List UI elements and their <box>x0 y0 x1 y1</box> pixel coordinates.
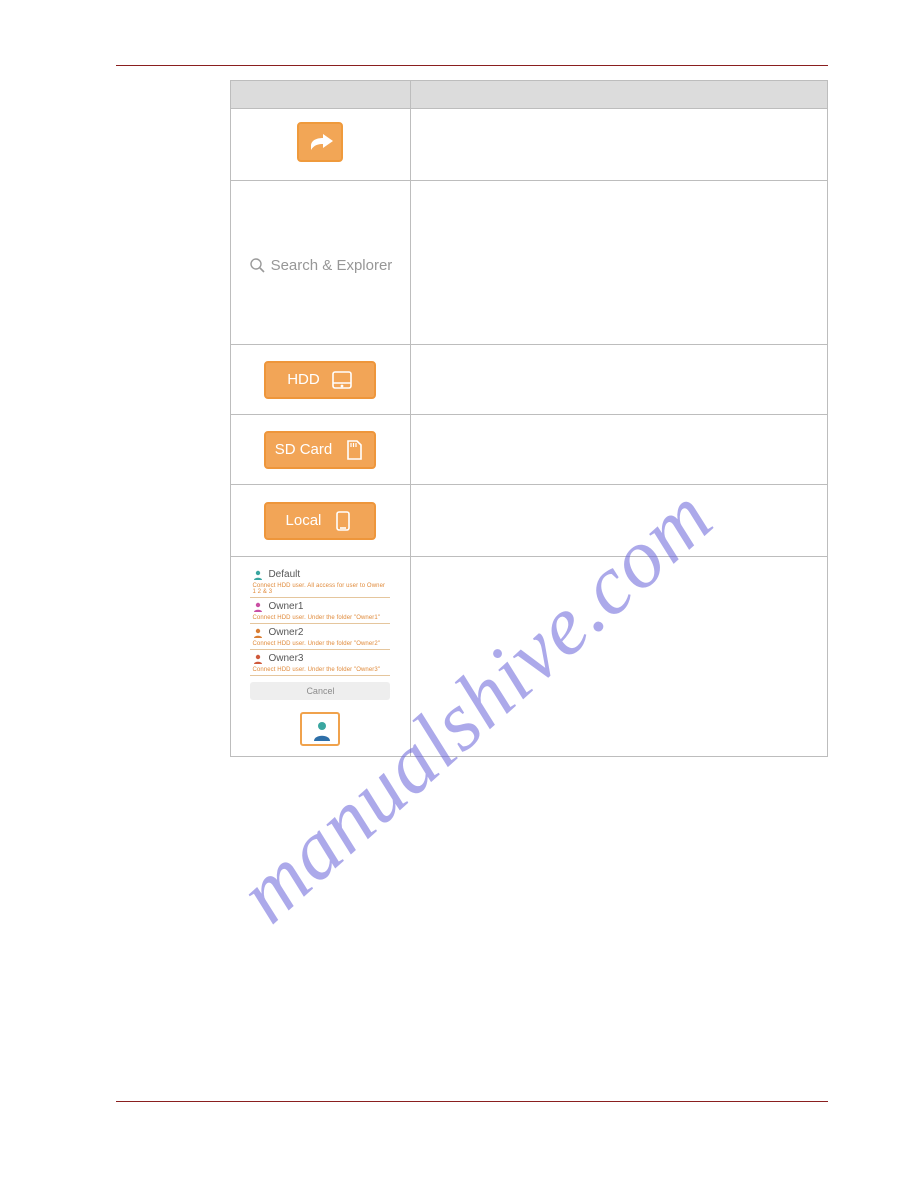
user-note: Connect HDD user. All access for user to… <box>252 583 388 595</box>
table-row: Local <box>231 485 828 557</box>
search-icon <box>249 257 265 273</box>
local-label: Local <box>286 512 322 529</box>
user-icon <box>252 569 264 581</box>
user-icon <box>252 601 264 613</box>
user-badge-icon <box>311 719 333 743</box>
phone-icon <box>331 509 355 533</box>
table-row: Default Connect HDD user. All access for… <box>231 557 828 757</box>
local-button[interactable]: Local <box>264 502 376 540</box>
col-icon-header <box>231 81 411 109</box>
user-selector-panel: Default Connect HDD user. All access for… <box>250 566 390 748</box>
sdcard-icon <box>342 438 366 462</box>
cancel-label: Cancel <box>306 686 334 696</box>
user-select-button[interactable] <box>300 712 340 746</box>
bottom-rule <box>116 1101 828 1102</box>
search-label-text: Search & Explorer <box>271 257 393 274</box>
list-item[interactable]: Owner1 Connect HDD user. Under the folde… <box>250 598 390 624</box>
top-rule <box>116 65 828 66</box>
hdd-button[interactable]: HDD <box>264 361 376 399</box>
col-desc-header <box>410 81 827 109</box>
cancel-button[interactable]: Cancel <box>250 682 390 700</box>
user-name: Owner3 <box>268 653 303 664</box>
table-row: HDD <box>231 345 828 415</box>
user-note: Connect HDD user. Under the folder "Owne… <box>252 615 388 621</box>
user-note: Connect HDD user. Under the folder "Owne… <box>252 641 388 647</box>
sdcard-label: SD Card <box>275 441 333 458</box>
table-row <box>231 109 828 181</box>
user-name: Default <box>268 569 300 580</box>
page: Search & Explorer HDD <box>116 65 828 757</box>
table-row: Search & Explorer <box>231 181 828 345</box>
user-icon <box>252 653 264 665</box>
feature-table: Search & Explorer HDD <box>230 80 828 757</box>
list-item[interactable]: Owner2 Connect HDD user. Under the folde… <box>250 624 390 650</box>
user-name: Owner2 <box>268 627 303 638</box>
share-arrow-icon <box>308 132 336 156</box>
list-item[interactable]: Default Connect HDD user. All access for… <box>250 566 390 598</box>
table-row: SD Card <box>231 415 828 485</box>
hdd-label: HDD <box>287 371 320 388</box>
share-button[interactable] <box>297 122 343 162</box>
user-name: Owner1 <box>268 601 303 612</box>
hdd-icon <box>330 368 354 392</box>
search-and-explorer-label[interactable]: Search & Explorer <box>249 257 393 274</box>
user-note: Connect HDD user. Under the folder "Owne… <box>252 667 388 673</box>
user-icon <box>252 627 264 639</box>
sdcard-button[interactable]: SD Card <box>264 431 376 469</box>
list-item[interactable]: Owner3 Connect HDD user. Under the folde… <box>250 650 390 676</box>
